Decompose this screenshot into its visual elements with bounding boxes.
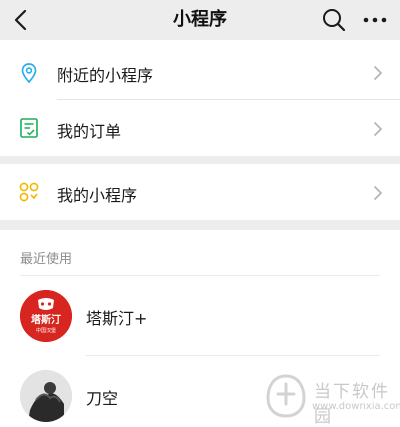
location-pin-icon [21,63,37,84]
avatar-image-icon [20,370,72,422]
more-horizontal-icon [363,17,387,23]
watermark: 当下软件园 www.downxia.com [266,374,400,427]
chevron-right-icon [374,122,382,136]
menu-item-orders[interactable]: 我的订单 [0,100,400,156]
mini-program-icon [19,182,39,202]
search-button[interactable] [318,4,350,36]
menu-item-label: 我的订单 [57,122,122,141]
divider [20,275,380,276]
menu-item-label: 我的小程序 [57,186,138,205]
watermark-url: www.downxia.com [312,401,400,412]
app-name: 刀空 [86,389,119,408]
order-list-icon [20,118,38,138]
logo-subtext: 中国汉堡 [36,327,56,334]
top-bar: 小程序 [0,0,400,40]
menu-item-label: 附近的小程序 [57,66,154,85]
app-logo: 塔斯汀 中国汉堡 [20,290,72,342]
divider [86,355,380,356]
search-icon [323,9,346,32]
recent-section-label: 最近使用 [20,252,73,267]
menu-item-my-mini-programs[interactable]: 我的小程序 [0,164,400,220]
menu-item-nearby[interactable]: 附近的小程序 [0,46,400,100]
recent-app-tastien[interactable]: 塔斯汀 中国汉堡 塔斯汀+ [0,286,400,346]
tastien-logo-icon: 塔斯汀 中国汉堡 [20,290,72,342]
more-button[interactable] [358,4,392,36]
watermark-logo-icon [266,374,306,418]
section-gap [0,156,400,164]
logo-text: 塔斯汀 [31,313,61,326]
chevron-right-icon [374,186,382,200]
chevron-right-icon [374,66,382,80]
app-logo [20,370,72,422]
app-name: 塔斯汀+ [86,309,148,328]
section-gap [0,220,400,230]
